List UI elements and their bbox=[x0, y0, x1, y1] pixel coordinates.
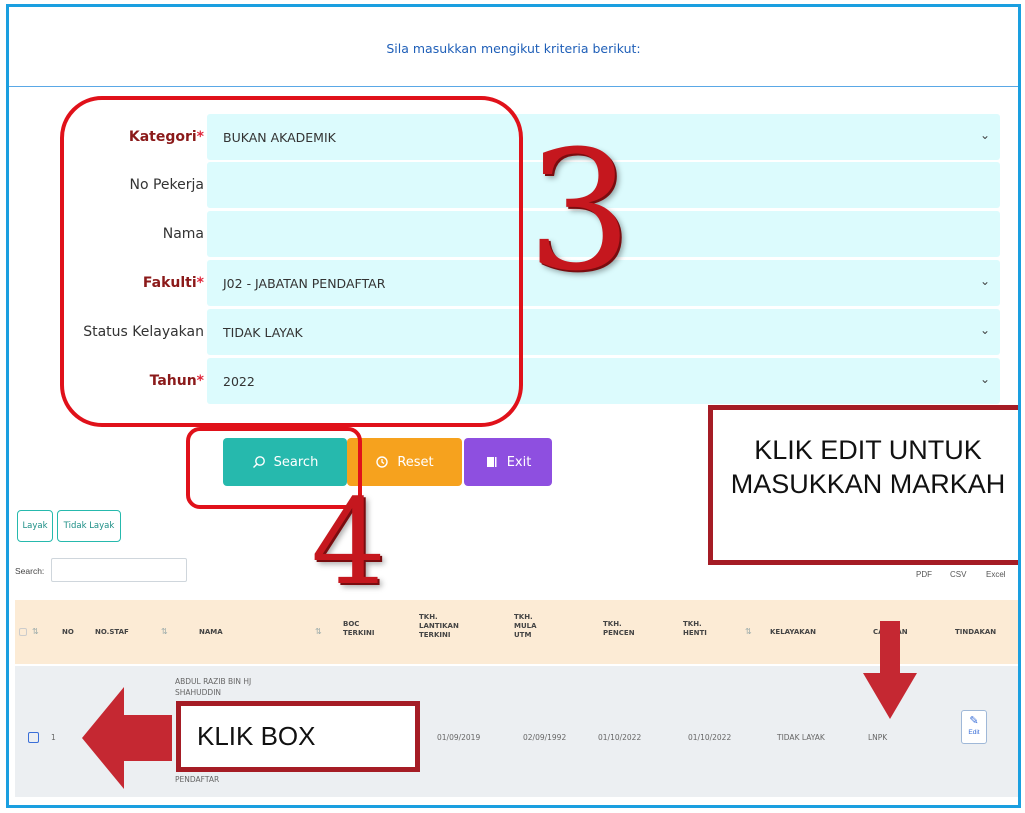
app-frame: Sila masukkan mengikut kriteria berikut:… bbox=[6, 4, 1021, 808]
history-icon bbox=[376, 456, 389, 468]
col-lantikan[interactable]: TKH. LANTIKAN TERKINI bbox=[419, 613, 467, 640]
cell-no: 1 bbox=[51, 733, 56, 742]
cell-mula: 02/09/1992 bbox=[523, 733, 567, 742]
col-kelayakan[interactable]: KELAYAKAN bbox=[770, 628, 816, 637]
step3-number: 3 bbox=[527, 115, 632, 307]
arrow-down-icon bbox=[863, 621, 917, 719]
arrow-left-icon bbox=[82, 687, 172, 789]
chevron-down-icon: ⌄ bbox=[979, 274, 990, 288]
instruction-text: Sila masukkan mengikut kriteria berikut: bbox=[386, 41, 641, 56]
cell-nama-dept: PENDAFTAR bbox=[175, 775, 220, 784]
sort-icon[interactable]: ⇅ bbox=[745, 627, 752, 636]
edit-button-label: Edit bbox=[968, 729, 980, 736]
step4-number: 4 bbox=[311, 473, 387, 611]
cell-lantikan: 01/09/2019 bbox=[437, 733, 481, 742]
col-boc[interactable]: BOC TERKINI bbox=[343, 620, 383, 638]
cell-catatan: LNPK bbox=[868, 733, 888, 742]
door-exit-icon bbox=[486, 457, 497, 467]
step3-highlight-box bbox=[60, 96, 523, 427]
col-no[interactable]: NO bbox=[62, 628, 74, 637]
export-excel-button[interactable]: Excel bbox=[986, 570, 1006, 579]
nama-line-2: SHAHUDDIN bbox=[175, 688, 222, 697]
instruction-header: Sila masukkan mengikut kriteria berikut: bbox=[9, 7, 1018, 87]
table-search-label: Search: bbox=[15, 566, 45, 576]
col-henti[interactable]: TKH. HENTI bbox=[683, 620, 717, 638]
cell-kelayakan: TIDAK LAYAK bbox=[777, 733, 825, 742]
col-no-staf[interactable]: NO.STAF bbox=[95, 628, 129, 637]
exit-button-label: Exit bbox=[506, 454, 532, 470]
nama-line-1: ABDUL RAZIB BIN HJ bbox=[175, 677, 252, 686]
col-tindakan[interactable]: TINDAKAN bbox=[955, 628, 996, 637]
select-all-checkbox[interactable] bbox=[19, 628, 27, 636]
row-select-checkbox[interactable] bbox=[28, 732, 39, 743]
chevron-down-icon: ⌄ bbox=[979, 372, 990, 386]
sort-icon[interactable]: ⇅ bbox=[315, 627, 322, 636]
cell-pencen: 01/10/2022 bbox=[598, 733, 642, 742]
export-csv-button[interactable]: CSV bbox=[950, 570, 966, 579]
chevron-down-icon: ⌄ bbox=[979, 323, 990, 337]
edit-button[interactable]: ✎ Edit bbox=[961, 710, 987, 744]
col-nama[interactable]: NAMA bbox=[199, 628, 223, 637]
box-instruction-callout: KLIK BOX bbox=[176, 701, 420, 772]
tidak-layak-filter-button[interactable]: Tidak Layak bbox=[57, 510, 121, 542]
exit-button[interactable]: Exit bbox=[464, 438, 552, 486]
reset-button-label: Reset bbox=[397, 454, 434, 470]
col-mula[interactable]: TKH. MULA UTM bbox=[514, 613, 544, 640]
chevron-down-icon: ⌄ bbox=[979, 128, 990, 142]
cell-nama: ABDUL RAZIB BIN HJ SHAHUDDIN bbox=[175, 676, 295, 698]
table-search-input[interactable] bbox=[51, 558, 187, 582]
sort-icon[interactable]: ⇅ bbox=[161, 627, 168, 636]
col-pencen[interactable]: TKH. PENCEN bbox=[603, 620, 643, 638]
pencil-icon: ✎ bbox=[969, 715, 979, 727]
layak-filter-button[interactable]: Layak bbox=[17, 510, 53, 542]
sort-icon[interactable]: ⇅ bbox=[32, 627, 39, 636]
edit-instruction-callout: KLIK EDIT UNTUK MASUKKAN MARKAH bbox=[708, 405, 1018, 565]
cell-henti: 01/10/2022 bbox=[688, 733, 732, 742]
export-pdf-button[interactable]: PDF bbox=[916, 570, 932, 579]
